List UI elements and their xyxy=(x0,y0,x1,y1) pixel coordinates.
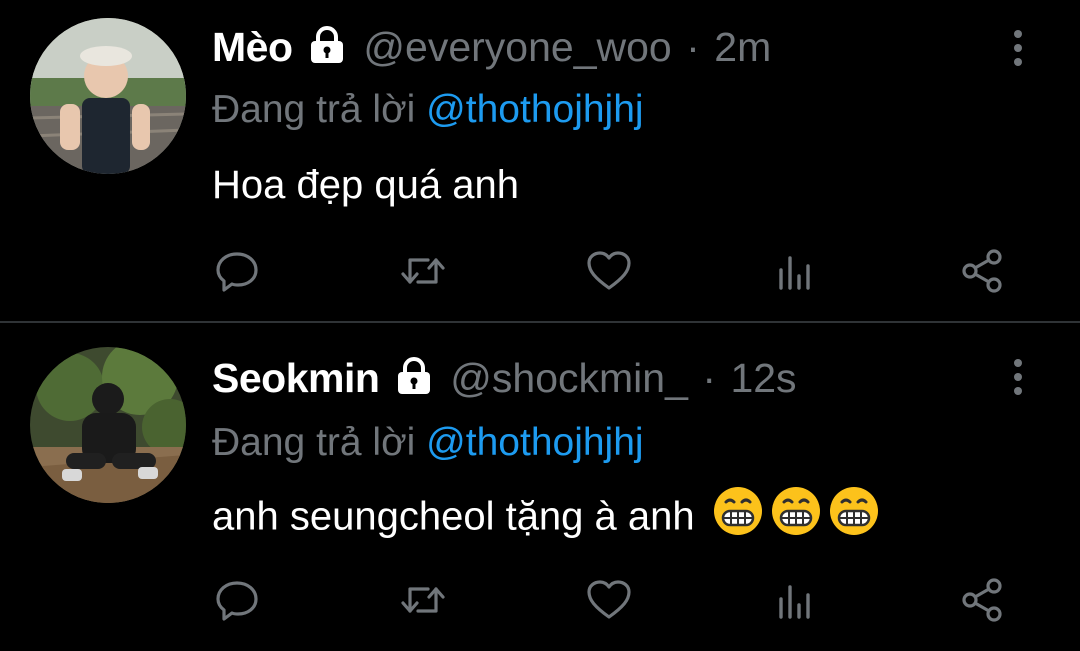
replying-prefix: Đang trả lời xyxy=(212,421,416,464)
share-icon[interactable] xyxy=(958,577,1008,627)
avatar[interactable] xyxy=(30,347,186,503)
timestamp[interactable]: 2m xyxy=(714,24,771,71)
timestamp[interactable]: 12s xyxy=(730,355,796,402)
tweet-feed: Mèo @everyone_woo · 2m Đang trả lời @tho… xyxy=(0,0,1080,651)
display-name[interactable]: Mèo xyxy=(212,24,293,71)
tweet[interactable]: Seokmin @shockmin_ · 12s Đang trả lời @t… xyxy=(0,325,1080,651)
like-icon[interactable] xyxy=(584,248,634,298)
mention-link[interactable]: @thothojhjhj xyxy=(426,421,643,464)
tweet-actions xyxy=(212,248,1012,298)
tweet-actions xyxy=(212,577,1012,627)
tweet-header: Seokmin @shockmin_ · 12s xyxy=(212,355,797,415)
retweet-icon[interactable] xyxy=(398,248,448,298)
user-handle[interactable]: @everyone_woo xyxy=(363,24,671,71)
replying-prefix: Đang trả lời xyxy=(212,88,416,131)
tweet[interactable]: Mèo @everyone_woo · 2m Đang trả lời @tho… xyxy=(0,0,1080,322)
analytics-icon[interactable] xyxy=(770,248,820,298)
share-icon[interactable] xyxy=(958,248,1008,298)
like-icon[interactable] xyxy=(584,577,634,627)
lock-icon xyxy=(309,26,345,69)
separator-dot: · xyxy=(686,24,700,70)
replying-to: Đang trả lời @thothojhjhj xyxy=(212,421,644,465)
tweet-text-content: anh seungcheol tặng à anh xyxy=(212,494,695,539)
avatar[interactable] xyxy=(30,18,186,174)
grinning-face-emoji xyxy=(770,485,822,547)
more-vertical-icon[interactable] xyxy=(1008,359,1028,403)
retweet-icon[interactable] xyxy=(398,577,448,627)
user-handle[interactable]: @shockmin_ xyxy=(450,355,688,402)
replying-to: Đang trả lời @thothojhjhj xyxy=(212,88,644,132)
lock-icon xyxy=(396,357,432,400)
separator-dot: · xyxy=(702,355,716,401)
tweet-divider xyxy=(0,321,1080,323)
reply-icon[interactable] xyxy=(212,248,262,298)
grinning-face-emoji xyxy=(712,485,764,547)
analytics-icon[interactable] xyxy=(770,577,820,627)
tweet-header: Mèo @everyone_woo · 2m xyxy=(212,24,771,84)
reply-icon[interactable] xyxy=(212,577,262,627)
tweet-text-content: Hoa đẹp quá anh xyxy=(212,163,519,207)
tweet-text: anh seungcheol tặng à anh xyxy=(212,487,880,547)
grinning-face-emoji xyxy=(828,485,880,547)
tweet-text: Hoa đẹp quá anh xyxy=(212,163,519,208)
display-name[interactable]: Seokmin xyxy=(212,355,380,402)
more-vertical-icon[interactable] xyxy=(1008,30,1028,74)
mention-link[interactable]: @thothojhjhj xyxy=(426,88,643,131)
